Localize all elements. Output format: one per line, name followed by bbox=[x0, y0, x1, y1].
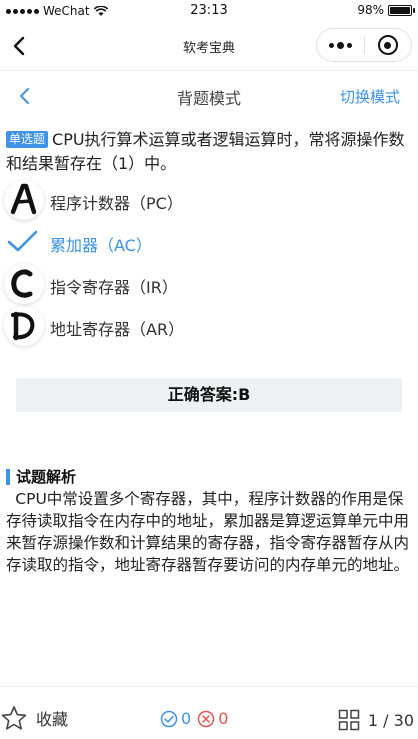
grid-icon bbox=[338, 709, 360, 731]
option-d[interactable]: 地址寄存器（AR） bbox=[4, 306, 404, 346]
clock: 23:13 bbox=[190, 3, 228, 18]
switch-mode-button[interactable]: 切换模式 bbox=[340, 86, 400, 107]
correct-count: 0 bbox=[160, 709, 191, 728]
mini-program-capsule bbox=[316, 28, 412, 62]
status-bar: WeChat 23:13 98% bbox=[0, 0, 418, 22]
check-circle-icon bbox=[160, 710, 178, 727]
analysis-accent-bar bbox=[6, 468, 10, 485]
option-c-letter-icon bbox=[4, 264, 44, 304]
option-c[interactable]: 指令寄存器（IR） bbox=[4, 264, 404, 304]
analysis-heading: 试题解析 bbox=[6, 466, 76, 487]
battery-percent: 98% bbox=[357, 3, 384, 17]
x-circle-icon bbox=[197, 710, 215, 727]
star-icon bbox=[1, 706, 27, 730]
answer-stats: 0 0 bbox=[160, 709, 228, 728]
question-progress-button[interactable]: 1 / 30 bbox=[338, 709, 414, 731]
favorite-label: 收藏 bbox=[36, 710, 69, 729]
nav-bar: 软考宝典 bbox=[0, 22, 418, 70]
option-c-text: 指令寄存器（IR） bbox=[50, 278, 178, 297]
correct-count-value: 0 bbox=[181, 709, 192, 728]
option-a-letter-icon bbox=[4, 180, 44, 220]
option-a-text: 程序计数器（PC） bbox=[50, 194, 183, 213]
bottom-bar: 收藏 0 0 1 / 30 bbox=[0, 686, 418, 739]
header-divider bbox=[0, 70, 418, 71]
favorite-button[interactable]: 收藏 bbox=[0, 705, 68, 731]
option-b[interactable]: 累加器（AC） bbox=[4, 222, 404, 262]
option-d-letter-icon bbox=[4, 306, 44, 346]
checkmark-icon bbox=[4, 222, 44, 262]
analysis-text: CPU中常设置多个寄存器，其中，程序计数器的作用是保存待读取指令在内存中的地址，… bbox=[6, 490, 410, 574]
question-type-badge: 单选题 bbox=[6, 131, 49, 148]
close-mini-program-button[interactable] bbox=[364, 29, 411, 61]
option-a[interactable]: 程序计数器（PC） bbox=[4, 180, 404, 220]
correct-answer-box: 正确答案:B bbox=[16, 378, 402, 412]
wrong-count: 0 bbox=[197, 709, 228, 728]
option-d-text: 地址寄存器（AR） bbox=[50, 320, 185, 339]
more-dots-icon bbox=[328, 41, 352, 49]
question-text: CPU执行算术运算或者逻辑运算时，常将源操作数和结果暂存在（1）中。 bbox=[6, 130, 405, 173]
battery-icon bbox=[388, 4, 415, 16]
progress-label: 1 / 30 bbox=[367, 710, 414, 730]
target-icon bbox=[377, 35, 398, 55]
battery-group: 98% bbox=[357, 3, 415, 17]
wrong-count-value: 0 bbox=[218, 709, 229, 728]
more-button[interactable] bbox=[317, 29, 364, 61]
option-b-text: 累加器（AC） bbox=[50, 236, 152, 255]
question: 单选题 CPU执行算术运算或者逻辑运算时，常将源操作数和结果暂存在（1）中。 bbox=[6, 128, 412, 176]
mode-bar: 背题模式 切换模式 bbox=[0, 76, 418, 116]
analysis-title: 试题解析 bbox=[16, 468, 77, 486]
battery-fill bbox=[390, 6, 410, 14]
